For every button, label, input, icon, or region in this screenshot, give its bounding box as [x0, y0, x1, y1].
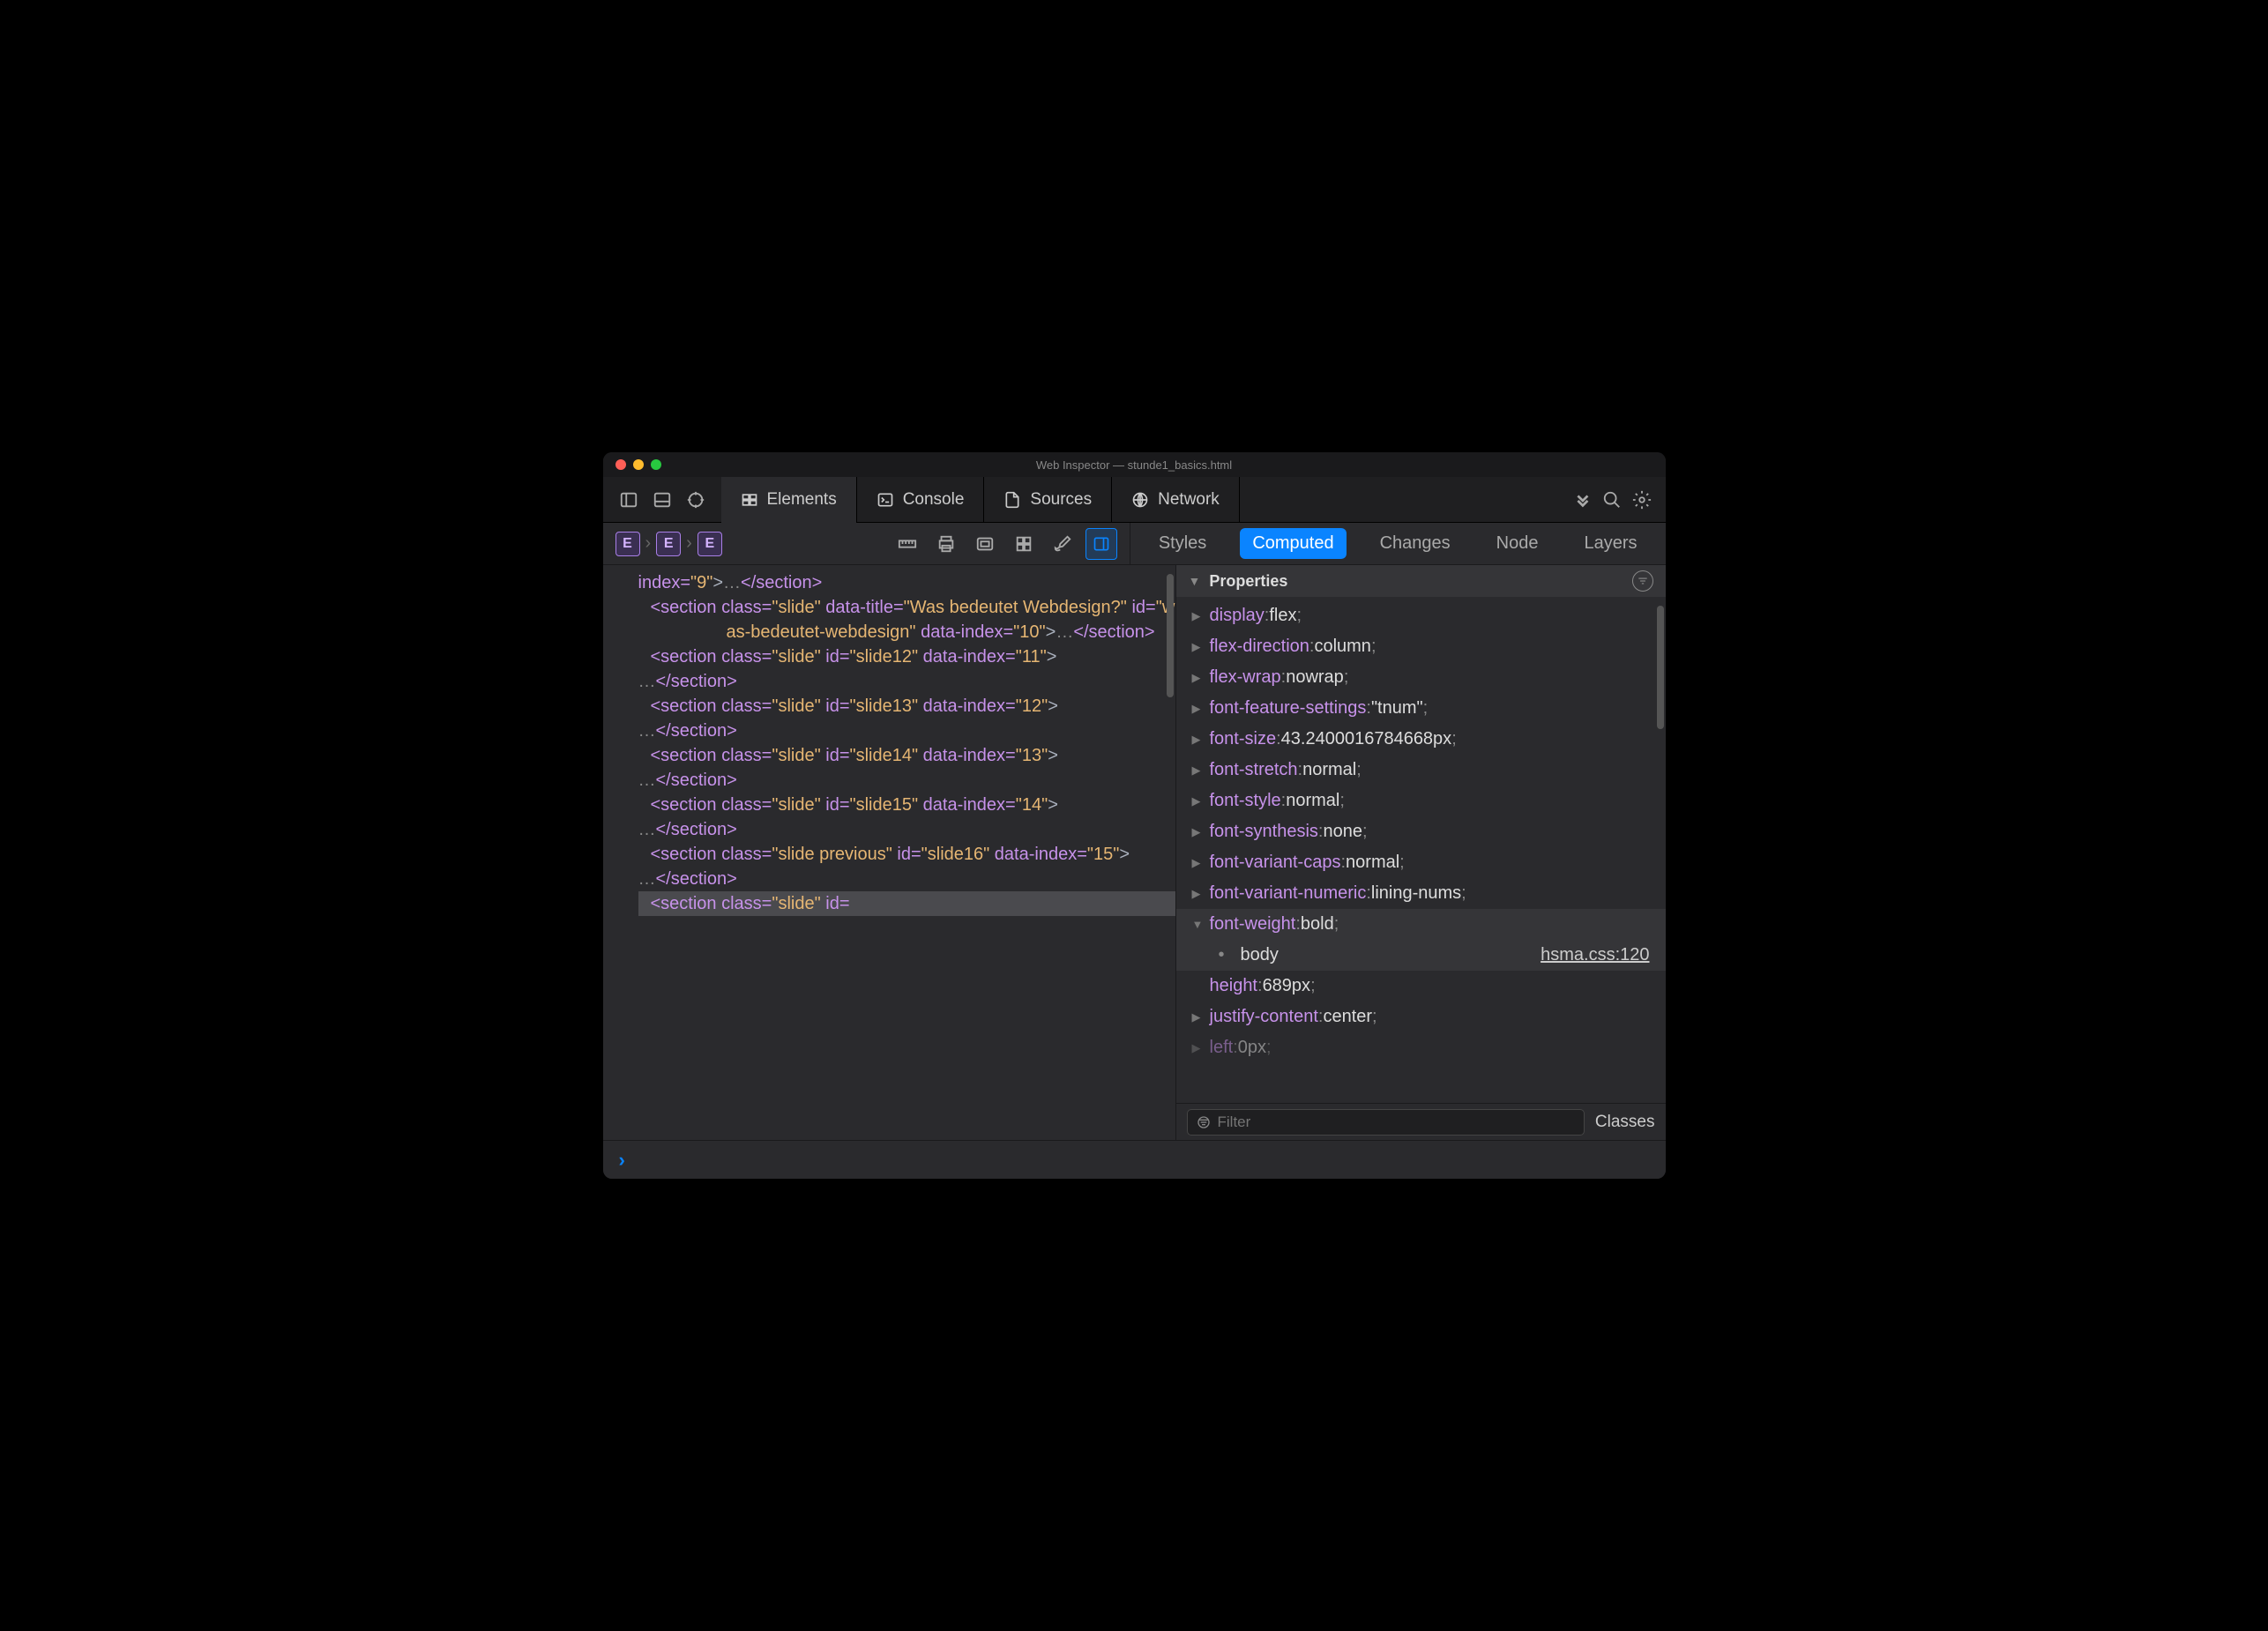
- dom-tree-node[interactable]: ▶ <section class="slide previous" id="sl…: [638, 842, 1175, 867]
- settings-gear-icon[interactable]: [1627, 485, 1657, 515]
- subtab-changes[interactable]: Changes: [1368, 528, 1463, 559]
- traffic-lights: [603, 459, 661, 470]
- dom-tree-node[interactable]: …</section>: [638, 669, 1175, 694]
- console-prompt-bar[interactable]: ›: [603, 1140, 1666, 1179]
- dock-bottom-icon[interactable]: [647, 485, 677, 515]
- css-property-row[interactable]: ▶display: flex;: [1176, 600, 1666, 631]
- css-property-row[interactable]: ▶flex-wrap: nowrap;: [1176, 662, 1666, 693]
- more-tabs-icon[interactable]: [1567, 485, 1597, 515]
- inspector-window: Web Inspector — stunde1_basics.html Elem…: [603, 452, 1666, 1179]
- subtab-layers[interactable]: Layers: [1571, 528, 1649, 559]
- element-picker-icon[interactable]: [681, 485, 711, 515]
- ruler-icon[interactable]: [892, 528, 923, 560]
- details-panel-icon[interactable]: [1086, 528, 1117, 560]
- window-title: Web Inspector — stunde1_basics.html: [1036, 458, 1232, 472]
- close-window-button[interactable]: [615, 459, 626, 470]
- dom-tree-node[interactable]: index="9">…</section>: [638, 570, 1175, 595]
- properties-list[interactable]: ▶display: flex;▶flex-direction: column;▶…: [1176, 597, 1666, 1103]
- minimize-window-button[interactable]: [633, 459, 644, 470]
- css-property-row[interactable]: ▶flex-direction: column;: [1176, 631, 1666, 662]
- dock-left-icon[interactable]: [614, 485, 644, 515]
- main-tabbar: Elements Console Sources Network: [603, 477, 1666, 523]
- dom-tree-panel[interactable]: index="9">…</section>▶ <section class="s…: [603, 565, 1176, 1140]
- disclosure-triangle-icon: ▼: [1189, 574, 1201, 588]
- css-property-row[interactable]: ▶font-synthesis: none;: [1176, 816, 1666, 847]
- titlebar: Web Inspector — stunde1_basics.html: [603, 452, 1666, 477]
- console-prompt-icon: ›: [619, 1149, 625, 1172]
- css-property-row[interactable]: ▼font-weight: bold;: [1176, 909, 1666, 940]
- css-property-row[interactable]: ▶left: 0px;: [1176, 1032, 1666, 1063]
- css-property-row[interactable]: ▶font-variant-caps: normal;: [1176, 847, 1666, 878]
- filter-bar: Classes: [1176, 1103, 1666, 1140]
- css-property-row[interactable]: ▶justify-content: center;: [1176, 1002, 1666, 1032]
- dom-tree-node[interactable]: ▶ <section class="slide" id=: [638, 891, 1175, 916]
- dom-tree-node[interactable]: ▶ <section class="slide" data-title="Was…: [638, 595, 1175, 644]
- dom-tree-node[interactable]: …</section>: [638, 817, 1175, 842]
- dom-tree-node[interactable]: ▶ <section class="slide" id="slide12" da…: [638, 644, 1175, 669]
- screenshot-icon[interactable]: [969, 528, 1001, 560]
- grid-icon[interactable]: [1008, 528, 1040, 560]
- tab-sources[interactable]: Sources: [984, 477, 1112, 523]
- filter-icon: [1197, 1115, 1211, 1129]
- dom-tree-node[interactable]: …</section>: [638, 719, 1175, 743]
- css-property-row[interactable]: ▶font-stretch: normal;: [1176, 755, 1666, 786]
- classes-toggle[interactable]: Classes: [1595, 1113, 1655, 1132]
- css-property-source[interactable]: •bodyhsma.css:120: [1176, 940, 1666, 971]
- filter-input-container: [1187, 1109, 1585, 1136]
- breadcrumb-element[interactable]: E: [698, 532, 722, 556]
- dom-tree-node[interactable]: …</section>: [638, 768, 1175, 793]
- scrollbar[interactable]: [1657, 606, 1664, 729]
- chevron-right-icon: ›: [686, 533, 692, 554]
- css-property-row[interactable]: ▶font-variant-numeric: lining-nums;: [1176, 878, 1666, 909]
- dom-tree-node[interactable]: ▶ <section class="slide" id="slide14" da…: [638, 743, 1175, 768]
- computed-styles-panel: ▼ Properties ▶display: flex;▶flex-direct…: [1176, 565, 1666, 1140]
- maximize-window-button[interactable]: [651, 459, 661, 470]
- breadcrumb-element[interactable]: E: [615, 532, 640, 556]
- dom-tree-node[interactable]: …</section>: [638, 867, 1175, 891]
- subtab-styles[interactable]: Styles: [1146, 528, 1219, 559]
- dom-tree-node[interactable]: ▶ <section class="slide" id="slide13" da…: [638, 694, 1175, 719]
- print-icon[interactable]: [930, 528, 962, 560]
- subtab-computed[interactable]: Computed: [1240, 528, 1346, 559]
- subtab-node[interactable]: Node: [1484, 528, 1551, 559]
- css-property-row[interactable]: ▶font-style: normal;: [1176, 786, 1666, 816]
- brush-icon[interactable]: [1047, 528, 1078, 560]
- chevron-right-icon: ›: [645, 533, 652, 554]
- tab-console[interactable]: Console: [857, 477, 985, 523]
- subtab-bar: E › E › E Styles Computed Changes Node L…: [603, 523, 1666, 565]
- css-property-row[interactable]: ▶font-feature-settings: "tnum";: [1176, 693, 1666, 724]
- tab-elements[interactable]: Elements: [721, 477, 857, 523]
- filter-options-icon[interactable]: [1632, 570, 1653, 592]
- tab-network[interactable]: Network: [1112, 477, 1240, 523]
- css-property-row[interactable]: height: 689px;: [1176, 971, 1666, 1002]
- breadcrumb-element[interactable]: E: [656, 532, 681, 556]
- search-icon[interactable]: [1597, 485, 1627, 515]
- properties-section-header[interactable]: ▼ Properties: [1176, 565, 1666, 597]
- scrollbar[interactable]: [1167, 574, 1174, 697]
- filter-input[interactable]: [1218, 1113, 1575, 1131]
- dom-tree-node[interactable]: ▶ <section class="slide" id="slide15" da…: [638, 793, 1175, 817]
- css-property-row[interactable]: ▶font-size: 43.2400016784668px;: [1176, 724, 1666, 755]
